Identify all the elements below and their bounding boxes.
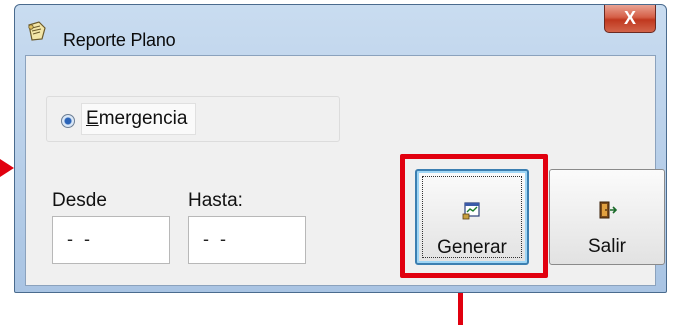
exit-door-icon: [597, 200, 618, 220]
close-icon: X: [623, 8, 636, 28]
from-date-field[interactable]: - -: [52, 216, 170, 264]
report-window: Reporte Plano X Emergencia Desde Hasta: …: [14, 4, 667, 293]
to-label: Hasta:: [188, 190, 243, 211]
to-date-field[interactable]: - -: [188, 216, 306, 264]
exit-button[interactable]: Salir: [549, 169, 665, 265]
window-title: Reporte Plano: [63, 30, 176, 50]
focus-rect: [422, 176, 522, 258]
annotation-arrow: [0, 159, 14, 177]
from-label: Desde: [52, 190, 107, 211]
client-area: Emergencia Desde Hasta: - - - - Generar: [25, 55, 665, 286]
report-type-group: Emergencia: [46, 96, 340, 142]
emergencia-radio[interactable]: [61, 114, 75, 128]
emergencia-label-box[interactable]: Emergencia: [81, 103, 197, 135]
exit-button-label: Salir: [587, 236, 626, 257]
note-icon: [25, 19, 49, 43]
generate-button[interactable]: Generar: [415, 169, 529, 265]
emergencia-label: Emergencia: [86, 108, 188, 129]
close-button[interactable]: X: [604, 5, 656, 33]
title-bar[interactable]: Reporte Plano X: [15, 5, 666, 53]
